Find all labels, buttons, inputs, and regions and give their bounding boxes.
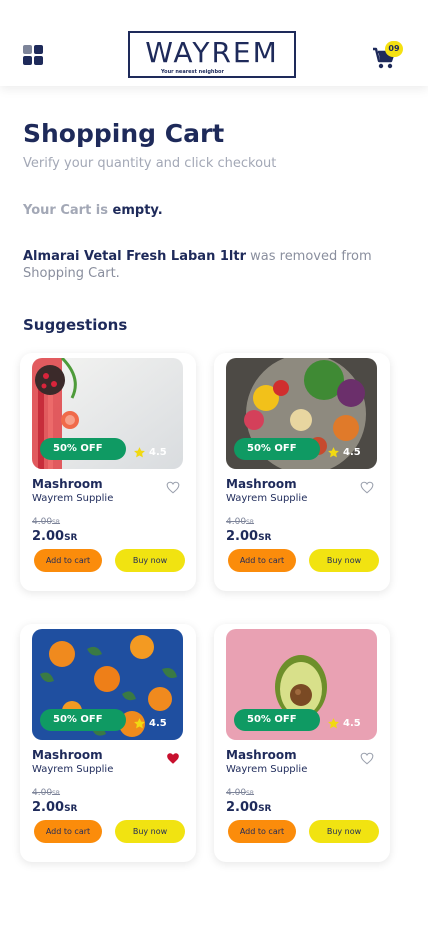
top-app-bar: WAYREM Your nearest neighbor 09 bbox=[0, 0, 428, 86]
original-price-value: 4.00 bbox=[226, 517, 247, 527]
sale-price-value: 2.00 bbox=[32, 800, 65, 815]
product-card[interactable]: 50% OFF 4.5 Mashroom Wayrem Supplie 4.00… bbox=[214, 353, 390, 591]
cart-empty-message: Your Cart is empty. bbox=[23, 203, 163, 218]
rating: 4.5 bbox=[327, 715, 361, 731]
cart-empty-prefix: Your Cart is bbox=[23, 203, 109, 218]
add-to-cart-button[interactable]: Add to cart bbox=[34, 549, 102, 572]
heart-outline-icon[interactable] bbox=[360, 752, 374, 765]
product-name[interactable]: Mashroom bbox=[32, 748, 103, 762]
product-name[interactable]: Mashroom bbox=[226, 748, 297, 762]
rating: 4.5 bbox=[133, 715, 167, 731]
suggestions-heading: Suggestions bbox=[23, 316, 128, 334]
buy-now-button[interactable]: Buy now bbox=[309, 549, 379, 572]
rating-value: 4.5 bbox=[149, 446, 167, 458]
currency: SR bbox=[64, 804, 78, 814]
sale-price: 2.00SR bbox=[226, 800, 272, 815]
star-icon bbox=[328, 717, 339, 728]
buy-now-button[interactable]: Buy now bbox=[115, 549, 185, 572]
cart-empty-word: empty. bbox=[112, 203, 163, 218]
currency: SR bbox=[246, 519, 255, 526]
sale-price-value: 2.00 bbox=[226, 800, 259, 815]
rating: 4.5 bbox=[133, 444, 167, 460]
original-price: 4.00SR bbox=[226, 788, 254, 798]
rating: 4.5 bbox=[327, 444, 361, 460]
product-supplier: Wayrem Supplie bbox=[32, 493, 114, 504]
currency: SR bbox=[52, 519, 61, 526]
currency: SR bbox=[64, 533, 78, 543]
cart-count-badge: 09 bbox=[385, 41, 403, 57]
star-icon bbox=[134, 717, 145, 728]
removed-notice: Almarai Vetal Fresh Laban 1ltr was remov… bbox=[23, 248, 403, 282]
discount-badge: 50% OFF bbox=[234, 709, 320, 731]
rating-value: 4.5 bbox=[343, 446, 361, 458]
sale-price-value: 2.00 bbox=[32, 529, 65, 544]
sale-price-value: 2.00 bbox=[226, 529, 259, 544]
currency: SR bbox=[258, 804, 272, 814]
discount-badge: 50% OFF bbox=[40, 709, 126, 731]
product-card[interactable]: 50% OFF 4.5 Mashroom Wayrem Supplie 4.00… bbox=[20, 353, 196, 591]
page-subtitle: Verify your quantity and click checkout bbox=[23, 156, 277, 171]
menu-grid-icon[interactable] bbox=[23, 45, 43, 65]
star-icon bbox=[328, 446, 339, 457]
add-to-cart-button[interactable]: Add to cart bbox=[34, 820, 102, 843]
product-supplier: Wayrem Supplie bbox=[226, 764, 308, 775]
star-icon bbox=[134, 446, 145, 457]
heart-filled-icon[interactable] bbox=[166, 752, 180, 765]
original-price-value: 4.00 bbox=[32, 788, 53, 798]
discount-badge: 50% OFF bbox=[234, 438, 320, 460]
product-name[interactable]: Mashroom bbox=[32, 477, 103, 491]
buy-now-button[interactable]: Buy now bbox=[115, 820, 185, 843]
heart-outline-icon[interactable] bbox=[166, 481, 180, 494]
currency: SR bbox=[246, 790, 255, 797]
product-name[interactable]: Mashroom bbox=[226, 477, 297, 491]
currency: SR bbox=[52, 790, 61, 797]
add-to-cart-button[interactable]: Add to cart bbox=[228, 820, 296, 843]
original-price-value: 4.00 bbox=[32, 517, 53, 527]
sale-price: 2.00SR bbox=[226, 529, 272, 544]
product-card[interactable]: 50% OFF 4.5 Mashroom Wayrem Supplie 4.00… bbox=[214, 624, 390, 862]
removed-product-name[interactable]: Almarai Vetal Fresh Laban 1ltr bbox=[23, 249, 246, 264]
discount-badge: 50% OFF bbox=[40, 438, 126, 460]
rating-value: 4.5 bbox=[149, 717, 167, 729]
add-to-cart-button[interactable]: Add to cart bbox=[228, 549, 296, 572]
sale-price: 2.00SR bbox=[32, 800, 78, 815]
original-price: 4.00SR bbox=[32, 788, 60, 798]
original-price-value: 4.00 bbox=[226, 788, 247, 798]
wayrem-logo[interactable]: WAYREM Your nearest neighbor bbox=[128, 31, 296, 78]
logo-tagline: Your nearest neighbor bbox=[161, 69, 224, 75]
currency: SR bbox=[258, 533, 272, 543]
heart-outline-icon[interactable] bbox=[360, 481, 374, 494]
sale-price: 2.00SR bbox=[32, 529, 78, 544]
original-price: 4.00SR bbox=[32, 517, 60, 527]
rating-value: 4.5 bbox=[343, 717, 361, 729]
buy-now-button[interactable]: Buy now bbox=[309, 820, 379, 843]
original-price: 4.00SR bbox=[226, 517, 254, 527]
product-supplier: Wayrem Supplie bbox=[226, 493, 308, 504]
product-card[interactable]: 50% OFF 4.5 Mashroom Wayrem Supplie 4.00… bbox=[20, 624, 196, 862]
page-title: Shopping Cart bbox=[23, 119, 225, 148]
logo-text: WAYREM bbox=[145, 36, 279, 69]
product-supplier: Wayrem Supplie bbox=[32, 764, 114, 775]
